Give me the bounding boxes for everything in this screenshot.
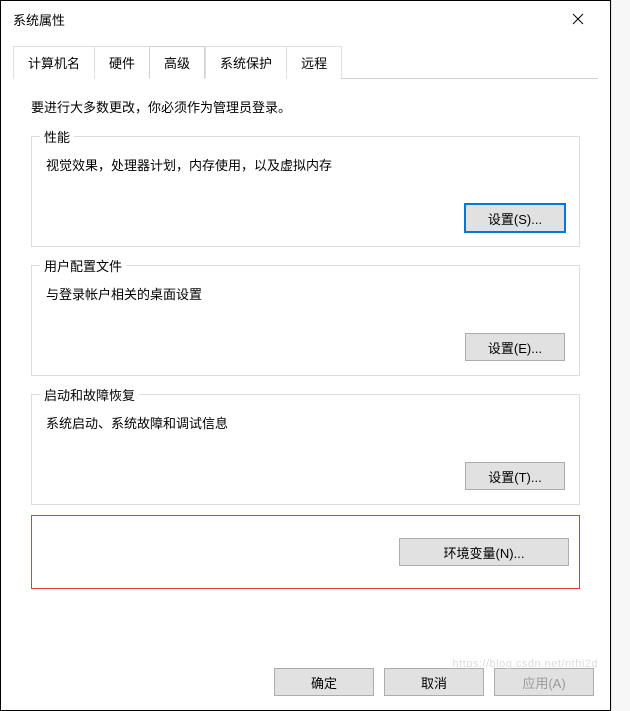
dialog-content: 计算机名 硬件 高级 系统保护 远程 要进行大多数更改，你必须作为管理员登录。 … <box>1 37 610 599</box>
group-performance: 性能 视觉效果，处理器计划，内存使用，以及虚拟内存 设置(S)... <box>31 136 580 247</box>
tab-panel-advanced: 要进行大多数更改，你必须作为管理员登录。 性能 视觉效果，处理器计划，内存使用，… <box>13 79 598 599</box>
group-startup-recovery-desc: 系统启动、系统故障和调试信息 <box>46 413 565 432</box>
group-startup-recovery-actions: 设置(T)... <box>46 462 565 490</box>
tab-strip: 计算机名 硬件 高级 系统保护 远程 <box>13 45 598 79</box>
dialog-title: 系统属性 <box>13 10 65 29</box>
apply-button: 应用(A) <box>494 668 594 696</box>
group-user-profiles: 用户配置文件 与登录帐户相关的桌面设置 设置(E)... <box>31 265 580 376</box>
tab-system-protection[interactable]: 系统保护 <box>205 46 287 79</box>
ok-button[interactable]: 确定 <box>274 668 374 696</box>
tab-remote[interactable]: 远程 <box>286 46 342 79</box>
group-startup-recovery-legend: 启动和故障恢复 <box>40 385 139 404</box>
tab-hardware[interactable]: 硬件 <box>94 46 150 79</box>
performance-settings-button[interactable]: 设置(S)... <box>465 204 565 232</box>
environment-variables-highlight: 环境变量(N)... <box>31 515 580 589</box>
environment-variables-button[interactable]: 环境变量(N)... <box>399 538 569 566</box>
group-performance-legend: 性能 <box>40 127 74 146</box>
system-properties-dialog: 系统属性 计算机名 硬件 高级 系统保护 远程 要进行大多数更改，你必须作为管理… <box>0 0 611 711</box>
startup-recovery-settings-button[interactable]: 设置(T)... <box>465 462 565 490</box>
user-profiles-settings-button[interactable]: 设置(E)... <box>465 333 565 361</box>
tab-computer-name[interactable]: 计算机名 <box>13 46 95 79</box>
group-startup-recovery: 启动和故障恢复 系统启动、系统故障和调试信息 设置(T)... <box>31 394 580 505</box>
cancel-button[interactable]: 取消 <box>384 668 484 696</box>
dialog-footer: 确定 取消 应用(A) <box>274 668 594 696</box>
titlebar: 系统属性 <box>1 1 610 37</box>
group-user-profiles-desc: 与登录帐户相关的桌面设置 <box>46 284 565 303</box>
group-user-profiles-actions: 设置(E)... <box>46 333 565 361</box>
group-performance-actions: 设置(S)... <box>46 204 565 232</box>
background-fragment <box>612 0 630 711</box>
close-icon <box>572 13 584 25</box>
admin-note: 要进行大多数更改，你必须作为管理员登录。 <box>31 97 580 116</box>
group-performance-desc: 视觉效果，处理器计划，内存使用，以及虚拟内存 <box>46 155 565 174</box>
group-user-profiles-legend: 用户配置文件 <box>40 256 126 275</box>
tab-advanced[interactable]: 高级 <box>149 46 205 79</box>
close-button[interactable] <box>558 4 598 34</box>
